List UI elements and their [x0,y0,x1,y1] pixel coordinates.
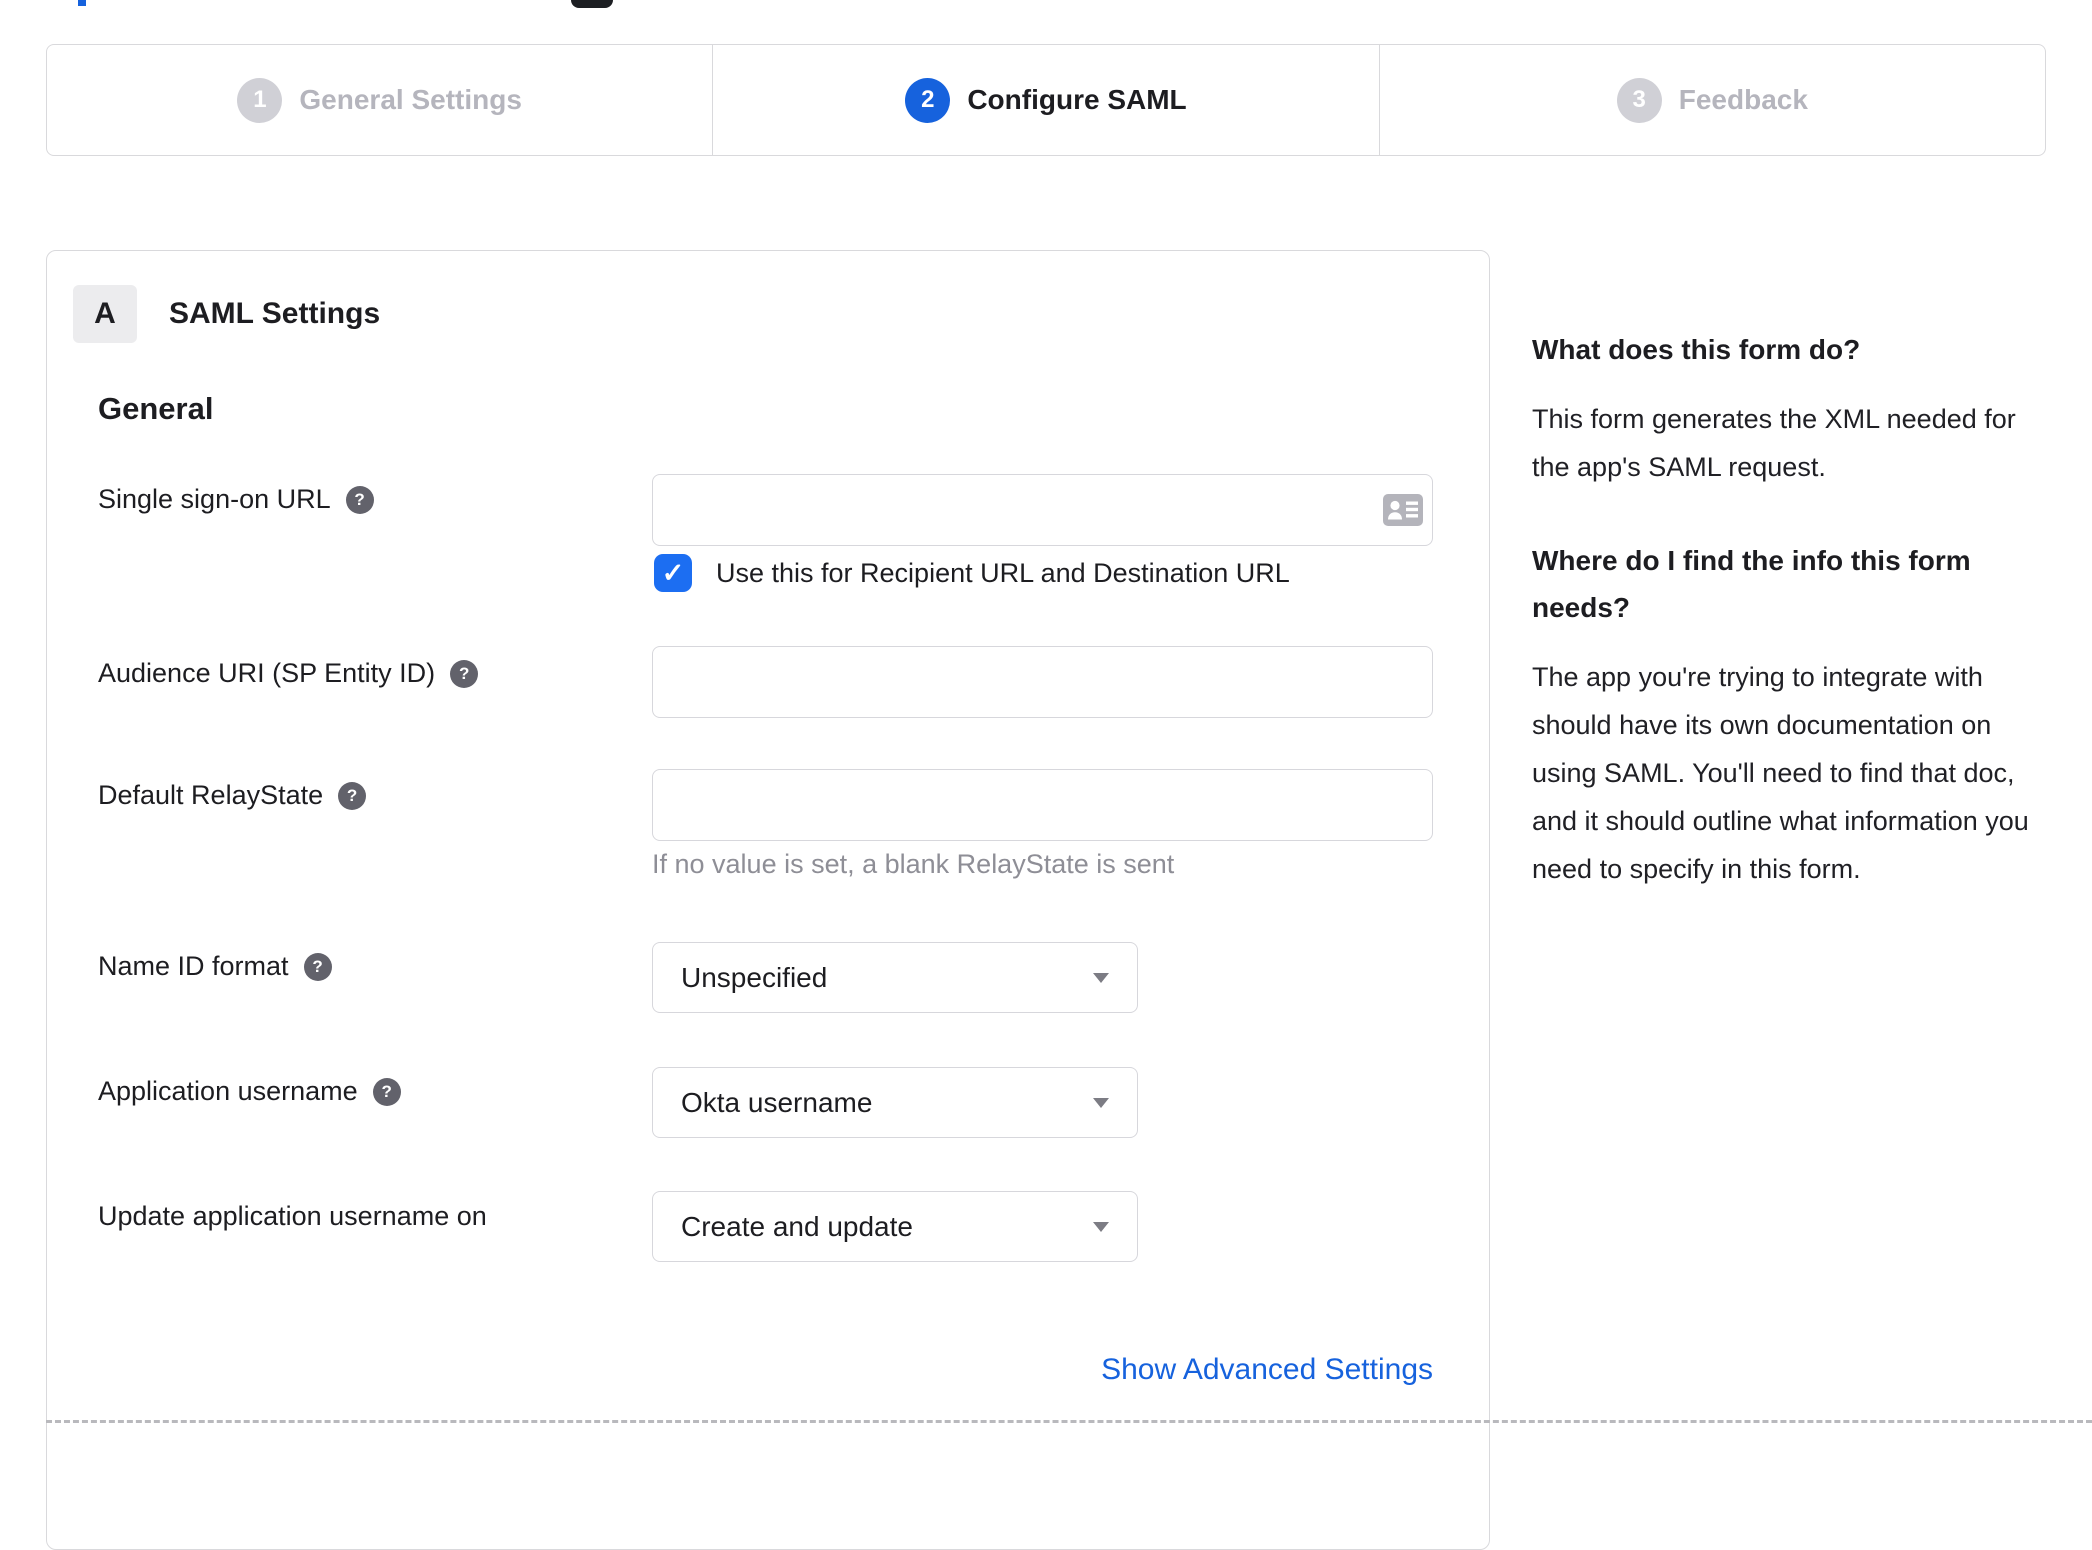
audience-uri-label-row: Audience URI (SP Entity ID) ? [98,658,479,689]
help-body-where: The app you're trying to integrate with … [1532,662,2029,884]
general-section-title: General [98,391,214,426]
default-relaystate-label: Default RelayState [98,780,324,810]
update-username-value: Create and update [681,1210,913,1242]
step-general-settings[interactable]: 1 General Settings [47,45,712,155]
saml-settings-panel: A SAML Settings General Single sign-on U… [46,250,1490,1550]
section-a-badge: A [73,285,137,343]
show-advanced-settings-link[interactable]: Show Advanced Settings [1101,1353,1433,1387]
name-id-format-value: Unspecified [681,961,828,993]
checkmark-icon: ✓ [661,557,685,588]
step-number-badge: 1 [237,77,283,123]
panel-title: SAML Settings [169,297,381,330]
help-heading-what: What does this form do? [1532,334,1861,365]
wizard-stepper: 1 General Settings 2 Configure SAML 3 Fe… [46,44,2046,156]
header-fragment-dark [571,0,613,8]
relaystate-hint: If no value is set, a blank RelayState i… [652,849,1175,879]
application-username-label-row: Application username ? [98,1076,401,1107]
help-icon[interactable]: ? [303,952,332,981]
help-body-what: This form generates the XML needed for t… [1532,404,2016,482]
recipient-url-checkbox[interactable]: ✓ [654,554,692,592]
dashed-divider [46,1420,2092,1423]
application-username-select[interactable]: Okta username [652,1067,1138,1138]
application-username-value: Okta username [681,1086,873,1118]
chevron-down-icon [1093,972,1109,983]
step-number-badge: 2 [905,77,951,123]
default-relaystate-input[interactable] [652,769,1433,841]
chevron-down-icon [1093,1097,1109,1108]
update-username-label-row: Update application username on [98,1201,487,1232]
header-fragment-blue [78,0,86,6]
help-heading-where: Where do I find the info this form needs… [1532,545,1971,623]
recipient-url-checkbox-label: Use this for Recipient URL and Destinati… [716,557,1290,588]
sso-url-input[interactable] [652,474,1433,546]
update-username-label: Update application username on [98,1201,487,1231]
step-label: Feedback [1678,84,1808,115]
chevron-down-icon [1093,1221,1109,1232]
help-icon[interactable]: ? [372,1077,401,1106]
step-feedback[interactable]: 3 Feedback [1378,45,2045,155]
sso-url-label-row: Single sign-on URL ? [98,484,374,515]
step-number-badge: 3 [1616,77,1662,123]
audience-uri-input[interactable] [652,646,1433,718]
sso-recipient-checkbox-row: ✓ Use this for Recipient URL and Destina… [654,554,1290,592]
application-username-label: Application username [98,1076,358,1106]
help-sidebar: What does this form do? This form genera… [1532,326,2050,939]
help-icon[interactable]: ? [450,659,479,688]
name-id-format-label: Name ID format [98,951,289,981]
help-icon[interactable]: ? [338,781,367,810]
name-id-format-label-row: Name ID format ? [98,951,332,982]
default-relaystate-label-row: Default RelayState ? [98,780,367,811]
name-id-format-select[interactable]: Unspecified [652,942,1138,1013]
audience-uri-label: Audience URI (SP Entity ID) [98,658,436,688]
step-configure-saml[interactable]: 2 Configure SAML [712,45,1378,155]
help-icon[interactable]: ? [345,485,374,514]
sso-url-label: Single sign-on URL [98,484,331,514]
update-username-select[interactable]: Create and update [652,1191,1138,1262]
step-label: General Settings [299,84,522,115]
step-label: Configure SAML [967,84,1187,115]
